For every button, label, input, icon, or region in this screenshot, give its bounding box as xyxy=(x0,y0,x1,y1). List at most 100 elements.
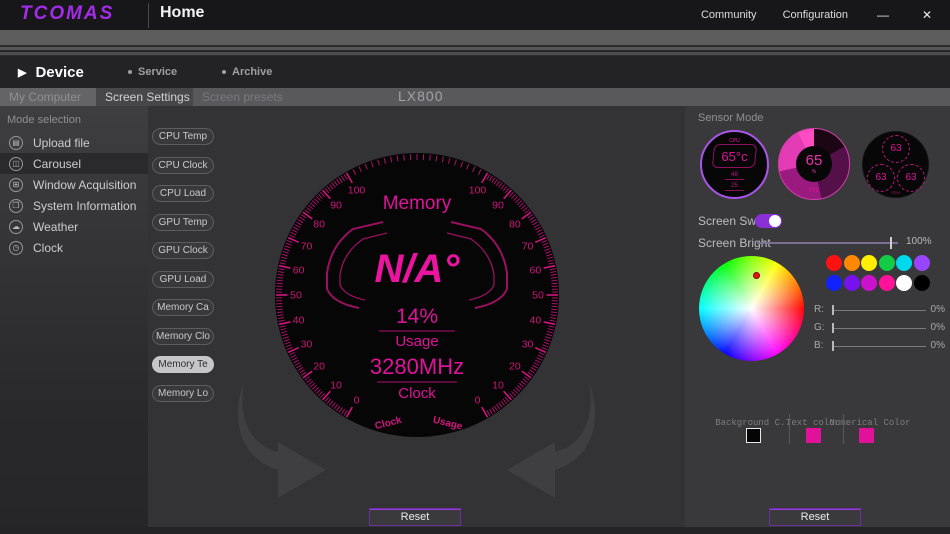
rgb-slider-track[interactable] xyxy=(832,346,926,347)
rgb-slider-handle[interactable] xyxy=(832,305,834,315)
gauge-reset-button[interactable]: Reset xyxy=(369,508,461,526)
metric-button-gpu-load[interactable]: GPU Load xyxy=(152,271,214,288)
carousel-prev-arrow[interactable] xyxy=(228,382,328,500)
metric-button-cpu-temp[interactable]: CPU Temp xyxy=(152,128,214,145)
rgb-slider-track[interactable] xyxy=(832,310,926,311)
sensor-mode-arc-preview[interactable]: 65 % CPU xyxy=(778,128,850,200)
metric-button-gpu-clock[interactable]: GPU Clock xyxy=(152,242,214,259)
gauge-clock-label: Clock xyxy=(398,385,436,402)
clock-icon: ◷ xyxy=(9,241,23,255)
tab-my-computer[interactable]: My Computer xyxy=(0,88,96,106)
primary-nav: ▶ Device Service Archive xyxy=(0,56,950,88)
palette-swatch[interactable] xyxy=(826,275,842,291)
play-icon: ▶ xyxy=(18,66,26,79)
gauge-scale-number: 30 xyxy=(301,339,313,351)
metric-button-memory-lo[interactable]: Memory Lo xyxy=(152,385,214,402)
palette-row-2 xyxy=(826,275,930,291)
panel-reset-button[interactable]: Reset xyxy=(769,508,861,526)
numerical-color-swatch[interactable] xyxy=(859,428,874,443)
palette-swatch[interactable] xyxy=(879,255,895,271)
metric-button-gpu-temp[interactable]: GPU Temp xyxy=(152,214,214,231)
tab-screen-presets[interactable]: Screen presets xyxy=(193,88,290,106)
palette-swatch[interactable] xyxy=(896,275,912,291)
titlebar-divider xyxy=(148,3,149,28)
palette-swatch[interactable] xyxy=(844,275,860,291)
palette-swatch[interactable] xyxy=(896,255,912,271)
rgb-slider-handle[interactable] xyxy=(832,323,834,333)
gauge-usage-label: Usage xyxy=(395,333,438,350)
palette-swatch[interactable] xyxy=(914,255,930,271)
background-color-swatch[interactable] xyxy=(746,428,761,443)
metric-button-memory-ca[interactable]: Memory Ca xyxy=(152,299,214,316)
gauge-scale-number: 40 xyxy=(293,315,305,327)
tab-bar: My Computer Screen Settings Screen prese… xyxy=(0,88,950,106)
screen-switch-toggle[interactable] xyxy=(755,214,782,228)
sidebar-item-label: Window Acquisition xyxy=(33,178,136,192)
gauge-scale-number: 20 xyxy=(313,361,325,373)
carousel-next-arrow[interactable] xyxy=(505,382,605,500)
configuration-link[interactable]: Configuration xyxy=(783,9,848,21)
gauge-scale-number: 50 xyxy=(532,290,544,302)
nav-item-device[interactable]: ▶ Device xyxy=(18,64,84,81)
sensor-mode-triple-preview[interactable]: 63 63 63 CPU xyxy=(862,131,929,198)
rgb-slider-handle[interactable] xyxy=(832,341,834,351)
sidebar-item-upload-file[interactable]: ▤Upload file xyxy=(0,132,148,153)
palette-swatch[interactable] xyxy=(826,255,842,271)
screen-bright-handle[interactable] xyxy=(890,237,892,249)
window-acquisition-icon: ⊞ xyxy=(9,178,23,192)
metric-button-memory-te[interactable]: Memory Te xyxy=(152,356,214,373)
palette-swatch[interactable] xyxy=(861,275,877,291)
sidebar-item-label: Weather xyxy=(33,220,78,234)
minimize-icon[interactable]: — xyxy=(874,8,892,22)
gauge-scale-number: 40 xyxy=(530,315,542,327)
sidebar-item-label: Clock xyxy=(33,241,63,255)
divider xyxy=(789,414,790,444)
sidebar-item-system-information[interactable]: ❐System Information xyxy=(0,195,148,216)
gauge-scale-number: 70 xyxy=(301,240,313,252)
screen-bright-value: 100% xyxy=(906,236,932,247)
background-color-label: Background C.. xyxy=(715,418,791,428)
text-color-swatch[interactable] xyxy=(806,428,821,443)
window-bottom-edge xyxy=(0,527,950,534)
sidebar-item-label: Upload file xyxy=(33,136,90,150)
device-model-label: LX800 xyxy=(398,88,443,106)
decorative-stripes xyxy=(0,30,950,56)
palette-swatch[interactable] xyxy=(879,275,895,291)
gauge-scale-number: 90 xyxy=(492,200,504,212)
palette-swatch[interactable] xyxy=(914,275,930,291)
arc-gauge-center: 65 % xyxy=(796,146,832,182)
nav-item-service[interactable]: Service xyxy=(128,66,177,78)
settings-panel: Sensor Mode CPU 65°c 48 25 65 % CPU 63 6… xyxy=(685,106,950,534)
metric-button-cpu-clock[interactable]: CPU Clock xyxy=(152,157,214,174)
close-icon[interactable]: ✕ xyxy=(918,8,936,22)
weather-icon: ☁ xyxy=(9,220,23,234)
community-link[interactable]: Community xyxy=(701,9,757,21)
palette-swatch[interactable] xyxy=(844,255,860,271)
sidebar-item-clock[interactable]: ◷ Clock xyxy=(0,237,148,258)
sensor-mode-dial-preview[interactable]: CPU 65°c 48 25 xyxy=(700,130,769,199)
bullet-icon xyxy=(128,70,132,74)
sidebar-item-window-acquisition[interactable]: ⊞ Window Acquisition xyxy=(0,174,148,195)
gauge-scale-number: 100 xyxy=(348,185,366,197)
palette-swatch[interactable] xyxy=(861,255,877,271)
metric-button-memory-clo[interactable]: Memory Clo xyxy=(152,328,214,345)
sidebar-item-carousel[interactable]: ◫Carousel xyxy=(0,153,148,174)
gauge-scale-number: 0 xyxy=(354,394,360,406)
sidebar-item-label: Carousel xyxy=(33,157,81,171)
rgb-slider-row-g: G:0% xyxy=(685,322,950,334)
rgb-slider-row-b: B:0% xyxy=(685,340,950,352)
sidebar-item-weather[interactable]: ☁ Weather xyxy=(0,216,148,237)
screen-bright-slider[interactable] xyxy=(757,242,898,244)
bullet-icon xyxy=(222,70,226,74)
gauge-scale-number: 0 xyxy=(475,394,481,406)
color-wheel-selector[interactable] xyxy=(753,272,760,279)
rgb-slider-track[interactable] xyxy=(832,328,926,329)
metric-button-cpu-load[interactable]: CPU Load xyxy=(152,185,214,202)
gauge-scale-number: 50 xyxy=(290,290,302,302)
gauge-scale-number: 10 xyxy=(330,379,342,391)
tab-screen-settings[interactable]: Screen Settings xyxy=(96,88,193,106)
app-window: TCOMAS Home Community Configuration — ✕ … xyxy=(0,0,950,534)
gauge-scale-number: 30 xyxy=(522,339,534,351)
nav-item-archive[interactable]: Archive xyxy=(222,66,272,78)
palette-row-1 xyxy=(826,255,930,271)
